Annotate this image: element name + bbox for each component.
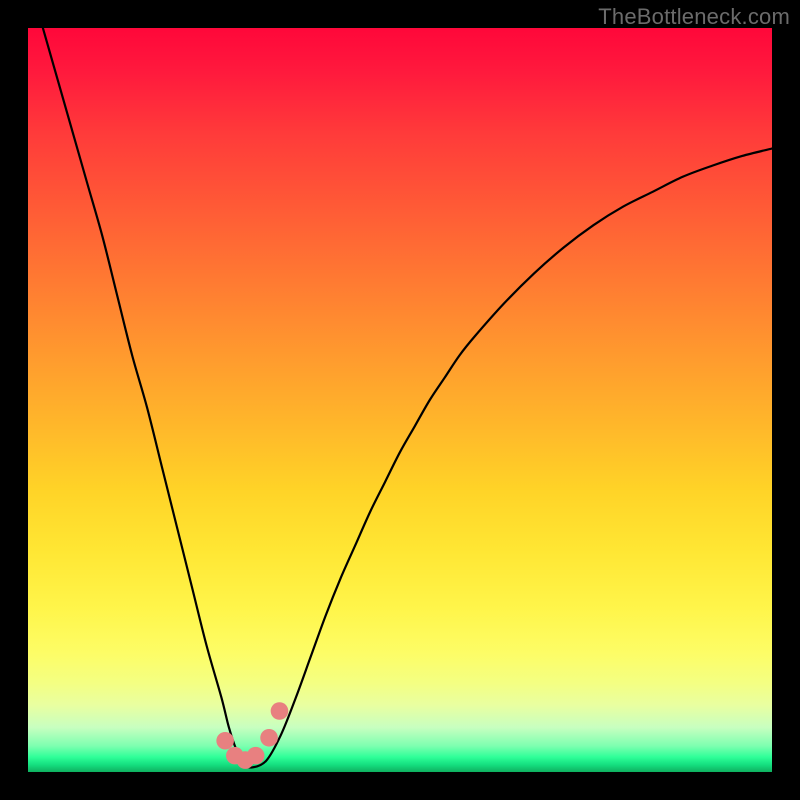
curve-markers [216,702,288,769]
curve-marker [271,702,289,720]
watermark-text: TheBottleneck.com [598,4,790,30]
chart-plot-area [28,28,772,772]
curve-marker [247,747,265,765]
curve-marker [260,729,278,747]
curve-marker [216,732,234,750]
chart-frame: TheBottleneck.com [0,0,800,800]
bottleneck-curve-path [43,28,772,768]
bottleneck-curve-svg [28,28,772,772]
